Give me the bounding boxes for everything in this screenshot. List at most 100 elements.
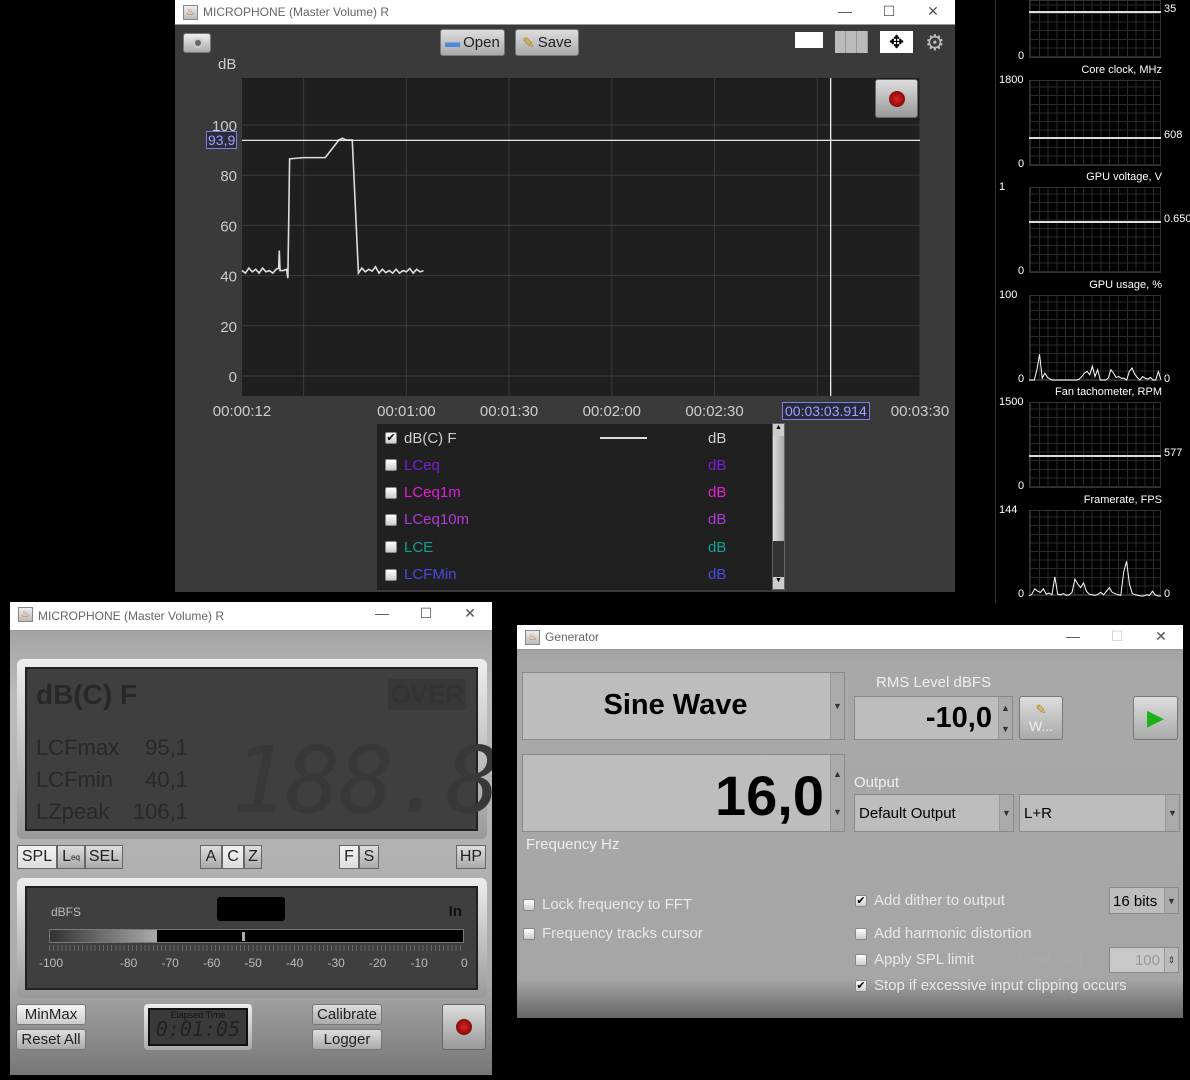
stat-row: LCFmin 40,1 [36, 767, 188, 793]
option-label: Add harmonic distortion [874, 925, 1032, 942]
legend-scrollbar[interactable]: ▲ ▼ [772, 423, 785, 590]
cursor-value-label: 93,9 [206, 131, 238, 149]
spin-down-icon[interactable]: ▼ [830, 793, 844, 831]
stat-label: LCFmax [36, 735, 120, 760]
minimize-button[interactable]: — [360, 602, 404, 627]
checkbox[interactable] [855, 927, 867, 940]
checkbox[interactable] [523, 898, 535, 911]
output-device-select[interactable]: Default Output ▼ [854, 794, 1014, 832]
spl-time-chart[interactable]: 02040608010000:00:12 00:01:00 00:01:30 00:0… [175, 0, 955, 420]
level-bar [49, 929, 464, 943]
logger-button[interactable]: Logger [312, 1029, 382, 1050]
close-button[interactable]: ✕ [1139, 625, 1183, 650]
reset-all-button[interactable]: Reset All [16, 1029, 86, 1050]
sel-button[interactable]: SEL [85, 845, 123, 869]
leq-sub: eq [71, 852, 80, 862]
legend-unit: dB [708, 456, 727, 474]
spin-down-icon[interactable]: ▼ [998, 718, 1012, 739]
x-tick-label: 00:01:00 [377, 403, 435, 420]
record-button[interactable] [442, 1004, 486, 1050]
legend-name: LCeq10m [404, 511, 470, 529]
output-device-value: Default Output [859, 805, 956, 822]
option-checkbox[interactable]: ✔ Add dither to output [855, 892, 1005, 909]
legend-item[interactable]: LCE dB [385, 537, 745, 557]
minimize-button[interactable]: — [1051, 625, 1095, 650]
stat-label: LCFmin [36, 767, 114, 792]
option-checkbox[interactable]: Apply SPL limit [855, 951, 974, 968]
stat-value: 40,1 [145, 767, 188, 792]
close-button[interactable]: ✕ [448, 602, 492, 627]
record-button[interactable] [875, 79, 918, 118]
legend-checkbox[interactable] [385, 459, 397, 472]
scale-label: -100 [39, 956, 64, 970]
a-weighting-button[interactable]: A [200, 845, 222, 869]
waveform-select[interactable]: Sine Wave ▼ [522, 672, 845, 740]
plot-area [242, 78, 920, 396]
legend-unit: dB [708, 538, 727, 556]
spin-up-icon[interactable]: ▲ [998, 697, 1012, 718]
legend-name: LCeq [404, 456, 440, 474]
legend-checkbox[interactable]: ✔ [385, 432, 397, 444]
option-checkbox[interactable]: ✔ Stop if excessive input clipping occurs [855, 977, 1127, 994]
spl-graph-window: ♨ MICROPHONE (Master Volume) R — ☐ ✕ ▬ Open … [175, 0, 955, 592]
option-checkbox[interactable]: Frequency tracks cursor [523, 925, 703, 942]
option-label: Stop if excessive input clipping occurs [874, 977, 1127, 994]
play-button[interactable]: ▶ [1133, 696, 1178, 740]
stat-label: LZpeak [36, 799, 110, 824]
y-tick-label: 60 [220, 218, 237, 235]
stat-value: 95,1 [145, 735, 188, 760]
option-checkbox[interactable]: Lock frequency to FFT [523, 896, 692, 913]
checkbox[interactable]: ✔ [855, 894, 867, 907]
legend-item[interactable]: ✔ dB(C) F dB [385, 428, 745, 448]
legend-checkbox[interactable] [385, 541, 397, 554]
checkbox[interactable] [523, 927, 535, 940]
bit-depth-select[interactable]: 16 bits ▼ [1109, 887, 1179, 914]
frequency-label: Frequency Hz [526, 836, 620, 853]
legend-item[interactable]: LCeq10m dB [385, 510, 745, 530]
c-weighting-button[interactable]: C [222, 845, 244, 869]
legend-name: dB(C) F [404, 429, 457, 447]
fast-button[interactable]: F [339, 845, 359, 869]
calibrate-label: Calibrate [316, 1006, 378, 1023]
framerate-trace [1028, 561, 1161, 597]
minmax-button[interactable]: MinMax [16, 1004, 86, 1025]
spinner-arrows-icon: ⇕ [1164, 948, 1178, 972]
channel-select[interactable]: L+R ▼ [1019, 794, 1180, 832]
slow-button[interactable]: S [359, 845, 379, 869]
frequency-spinner[interactable]: 16,0 ▲ ▼ [522, 754, 845, 832]
legend-checkbox[interactable] [385, 486, 397, 499]
channel-value: L+R [1024, 805, 1052, 822]
waveform-editor-button[interactable]: ✎ W... [1019, 696, 1063, 740]
maximize-button[interactable]: ☐ [404, 602, 448, 627]
legend-item[interactable]: LCFMin dB [385, 565, 745, 585]
option-checkbox[interactable]: Add harmonic distortion [855, 925, 1032, 942]
x-tick-label: 00:02:30 [685, 403, 743, 420]
checkbox[interactable] [855, 953, 867, 966]
legend-checkbox[interactable] [385, 568, 397, 581]
input-label: In [448, 903, 462, 920]
hp-button[interactable]: HP [456, 845, 486, 869]
generator-window: ♨ Generator — ☐ ✕ Sine Wave ▼ RMS Level dBF… [517, 625, 1183, 1018]
leq-button[interactable]: Leq [57, 845, 85, 869]
rms-level-label: RMS Level dBFS [876, 674, 992, 691]
z-weighting-button[interactable]: Z [244, 845, 262, 869]
legend-checkbox[interactable] [385, 513, 397, 526]
output-label: Output [854, 774, 900, 791]
calibrate-button[interactable]: Calibrate [312, 1004, 382, 1025]
spl-button[interactable]: SPL [17, 845, 57, 869]
spin-up-icon[interactable]: ▲ [830, 755, 844, 793]
legend-name: LCE [404, 538, 434, 556]
scale-label: -70 [161, 956, 179, 970]
input-level-meter: dBFS In -100 -80 -70 -60 -50 -40 -30 -20 -10 0 [25, 886, 478, 990]
limit-label: Limit (dB) [1019, 951, 1084, 968]
dbfs-label: dBFS [51, 905, 82, 919]
y-tick-label: 40 [220, 269, 237, 286]
peak-readout [217, 897, 285, 921]
legend-item[interactable]: LCeq dB [385, 455, 745, 475]
rms-level-value: -10,0 [925, 702, 992, 734]
rms-level-spinner[interactable]: -10,0 ▲ ▼ [854, 696, 1013, 740]
legend-item[interactable]: LCeq1m dB [385, 483, 745, 503]
checkbox[interactable]: ✔ [855, 979, 867, 992]
scale-label: -40 [286, 956, 304, 970]
peak-marker [242, 932, 246, 941]
